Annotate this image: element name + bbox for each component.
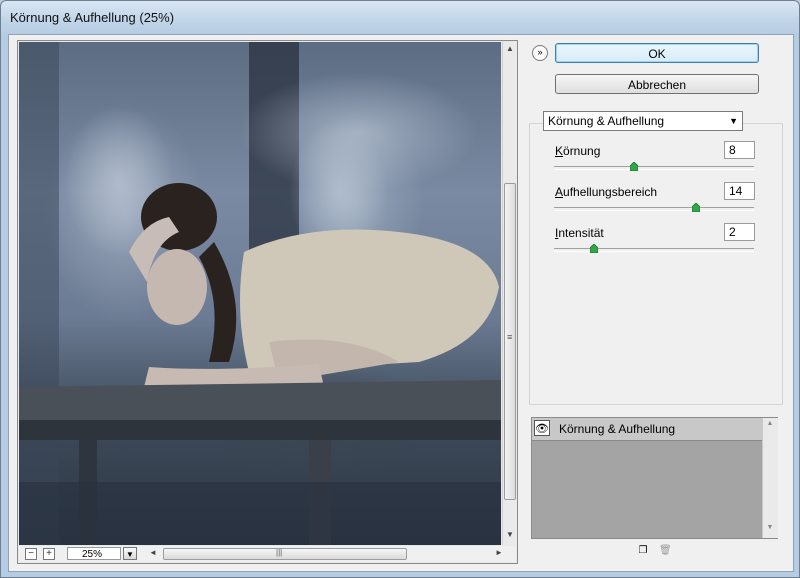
- window-title: Körnung & Aufhellung (25%): [10, 10, 175, 25]
- scroll-up-arrow[interactable]: ▲: [503, 44, 517, 53]
- scroll-left-arrow[interactable]: ◄: [147, 548, 159, 557]
- dialog-client-area: ▲ ≡ ▼ − + 25% ▼ ◄ ||| ► » OK Abbrechen K…: [8, 34, 794, 572]
- preview-vertical-scrollbar[interactable]: ▲ ≡ ▼: [502, 42, 517, 545]
- title-bar[interactable]: Körnung & Aufhellung (25%): [1, 1, 799, 35]
- effect-layer-name: Körnung & Aufhellung: [559, 422, 676, 436]
- vertical-scroll-thumb[interactable]: ≡: [504, 183, 516, 500]
- cancel-button[interactable]: Abbrechen: [555, 74, 759, 94]
- preview-image[interactable]: [19, 42, 501, 545]
- thumb-grip: ≡: [507, 332, 513, 342]
- collapse-toggle-icon[interactable]: »: [532, 45, 548, 61]
- effect-layers-list: 👁 Körnung & Aufhellung ▲ ▼: [531, 417, 778, 539]
- new-effect-layer-icon[interactable]: ❐: [637, 545, 649, 557]
- layers-scrollbar[interactable]: ▲ ▼: [762, 418, 778, 538]
- eye-icon[interactable]: 👁: [534, 420, 550, 436]
- chevron-down-icon: ▼: [729, 116, 738, 126]
- highlight-area-value-input[interactable]: 14: [724, 182, 755, 200]
- scroll-right-arrow[interactable]: ►: [493, 548, 505, 557]
- thumb-grip-h: |||: [276, 548, 283, 557]
- grain-slider-knob[interactable]: [630, 162, 638, 171]
- intensity-slider-knob[interactable]: [590, 244, 598, 253]
- grain-slider-track[interactable]: [554, 166, 754, 170]
- zoom-dropdown-button[interactable]: ▼: [123, 547, 137, 560]
- zoom-level-field[interactable]: 25%: [67, 547, 121, 560]
- filter-select-value: Körnung & Aufhellung: [548, 114, 665, 128]
- intensity-value-input[interactable]: 2: [724, 223, 755, 241]
- param-label-highlight-area: Aufhellungsbereich: [555, 185, 658, 199]
- effect-layer-row[interactable]: 👁 Körnung & Aufhellung: [532, 418, 762, 441]
- filter-select[interactable]: Körnung & Aufhellung ▼: [543, 111, 743, 131]
- intensity-slider-track[interactable]: [554, 248, 754, 252]
- preview-bottom-bar: − + 25% ▼ ◄ ||| ►: [19, 546, 516, 562]
- delete-effect-layer-icon[interactable]: 🗑: [659, 545, 672, 557]
- scroll-down-arrow[interactable]: ▼: [503, 530, 517, 539]
- layers-scroll-up-arrow[interactable]: ▲: [763, 420, 777, 427]
- preview-pane: ▲ ≡ ▼ − + 25% ▼ ◄ ||| ►: [17, 40, 518, 564]
- grain-value-input[interactable]: 8: [724, 141, 755, 159]
- filter-dialog-window: Körnung & Aufhellung (25%) ▲ ≡ ▼ − + 25%…: [0, 0, 800, 578]
- preview-horizontal-scrollbar[interactable]: ◄ ||| ►: [147, 547, 507, 561]
- preview-photo-drawing: [19, 42, 501, 545]
- zoom-out-button[interactable]: −: [25, 548, 37, 560]
- ok-button[interactable]: OK: [555, 43, 759, 63]
- zoom-in-button[interactable]: +: [43, 548, 55, 560]
- highlight-area-slider-track[interactable]: [554, 207, 754, 211]
- horizontal-scroll-thumb[interactable]: |||: [163, 548, 407, 560]
- param-label-grain: Körnung: [555, 144, 601, 158]
- param-label-intensity: Intensität: [555, 226, 604, 240]
- highlight-area-slider-knob[interactable]: [692, 203, 700, 212]
- layers-scroll-down-arrow[interactable]: ▼: [763, 524, 777, 531]
